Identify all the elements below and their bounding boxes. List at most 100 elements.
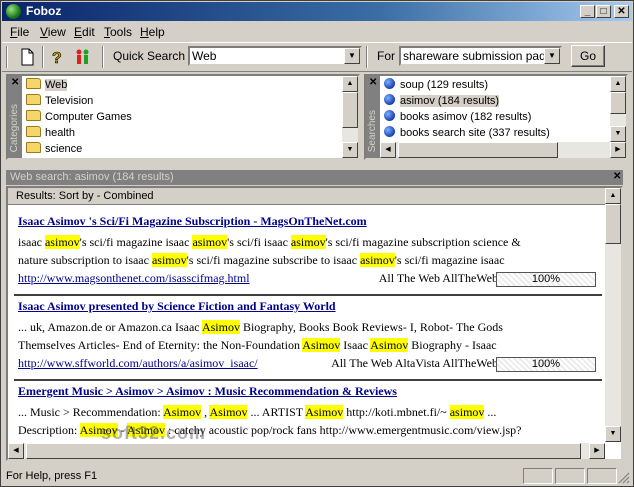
result-snippet-line: isaac asimov's sci/fi magazine isaac asi… <box>18 233 596 251</box>
result-engines: All The Web AltaVista AllTheWeb <box>331 356 498 370</box>
toolbar-grip <box>6 46 8 68</box>
menu-item[interactable]: Help <box>140 25 165 39</box>
result-snippet-line: nature subscription to isaac asimov's sc… <box>18 251 596 269</box>
globe-icon <box>384 126 395 137</box>
title-bar[interactable]: Foboz _ □ ✕ <box>2 2 632 21</box>
results-scrollbar[interactable]: ▲ ▼ <box>605 188 621 442</box>
menu-accelerator: V <box>40 25 48 39</box>
quick-search-combo[interactable]: Web ▼ <box>188 46 362 66</box>
result-title-link[interactable]: Emergent Music > Asimov > Asimov : Music… <box>18 384 596 399</box>
relevance-score-bar: 100% <box>496 357 596 372</box>
go-button[interactable]: Go <box>571 45 605 67</box>
results-panel: Results: Sort by - Combined Isaac Asimov… <box>6 186 623 461</box>
close-panel-icon[interactable]: ✕ <box>369 77 377 88</box>
results-sort-header[interactable]: Results: Sort by - Combined <box>8 188 605 205</box>
globe-app-icon <box>6 4 21 19</box>
search-term-highlight: asimov <box>192 235 228 249</box>
snippet-text: Biography - Isaac <box>408 338 497 352</box>
search-term-highlight: Asimov <box>370 338 409 352</box>
search-term-highlight: asimov <box>360 253 395 267</box>
maximize-button[interactable]: □ <box>596 5 611 18</box>
scroll-right-icon[interactable]: ▶ <box>589 443 605 459</box>
result-snippet-line: Themselves Articles- End of Eternity: th… <box>18 336 596 354</box>
menu-label: iew <box>47 25 66 39</box>
result-title-link[interactable]: Isaac Asimov 's Sci/Fi Magazine Subscrip… <box>18 214 596 229</box>
category-label: Web <box>45 79 68 91</box>
snippet-text: 's sci/fi isaac <box>227 235 291 249</box>
dropdown-arrow-icon[interactable]: ▼ <box>544 48 560 64</box>
scroll-thumb[interactable] <box>398 142 558 158</box>
close-panel-icon[interactable]: ✕ <box>11 77 19 88</box>
window-title: Foboz <box>26 4 62 18</box>
saved-search-item[interactable]: soup (129 results) <box>384 77 488 93</box>
close-button[interactable]: ✕ <box>614 5 629 18</box>
menu-item[interactable]: View <box>40 25 66 39</box>
category-label: health <box>45 127 75 139</box>
users-button[interactable] <box>72 46 94 68</box>
saved-search-item[interactable]: books search site (337 results) <box>384 125 550 141</box>
scroll-left-icon[interactable]: ◀ <box>380 142 396 158</box>
status-pane <box>555 468 585 484</box>
new-document-icon <box>21 48 34 66</box>
menu-bar: File View Edit Tools Help <box>2 22 632 41</box>
snippet-text: ... Music > Recommendation: <box>18 405 164 419</box>
scroll-down-icon[interactable]: ▼ <box>610 126 626 142</box>
minimize-button[interactable]: _ <box>580 5 595 18</box>
folder-icon <box>26 78 41 89</box>
result-divider <box>14 379 602 381</box>
result-title-link[interactable]: Isaac Asimov presented by Science Fictio… <box>18 299 596 314</box>
menu-item[interactable]: Tools <box>104 25 132 39</box>
category-item[interactable]: Television <box>26 93 93 109</box>
saved-search-item[interactable]: asimov (184 results) <box>384 93 500 109</box>
snippet-text: isaac <box>18 235 45 249</box>
scroll-up-icon[interactable]: ▲ <box>605 188 621 204</box>
scroll-up-icon[interactable]: ▲ <box>342 76 358 92</box>
results-hscrollbar[interactable]: ◀ ▶ <box>8 443 605 459</box>
category-item[interactable]: health <box>26 125 75 141</box>
categories-panel: ✕ Categories Web Television Computer Games… <box>6 74 360 160</box>
search-term-highlight: asimov <box>290 235 326 249</box>
searches-hscrollbar[interactable]: ◀ ▶ <box>380 142 626 158</box>
scroll-thumb[interactable] <box>342 92 358 128</box>
snippet-text: ... <box>484 405 497 419</box>
searches-tab: ✕ Searches <box>366 76 380 158</box>
scroll-down-icon[interactable]: ▼ <box>605 426 621 442</box>
category-item[interactable]: science <box>26 141 82 157</box>
status-pane <box>587 468 617 484</box>
scroll-right-icon[interactable]: ▶ <box>610 142 626 158</box>
search-term-highlight: Asimov <box>201 320 240 334</box>
snippet-text: Biography, Books Book Reviews- I, Robot-… <box>239 320 503 334</box>
snippet-text: Isaac <box>340 338 371 352</box>
question-mark-icon: ? <box>52 50 62 68</box>
close-results-icon[interactable]: ✕ <box>613 171 621 182</box>
help-button[interactable]: ? <box>46 46 68 68</box>
category-item[interactable]: Web <box>26 77 68 93</box>
globe-icon <box>384 94 395 105</box>
folder-icon <box>26 126 41 137</box>
search-term-highlight: asimov <box>449 405 485 419</box>
toolbar-separator <box>102 46 104 68</box>
search-terms-combo[interactable]: shareware submission pad ▼ <box>399 46 562 66</box>
scroll-up-icon[interactable]: ▲ <box>610 76 626 92</box>
categories-scrollbar[interactable]: ▲ ▼ <box>342 76 358 158</box>
status-text: For Help, press F1 <box>6 470 98 482</box>
menu-item[interactable]: File <box>10 25 29 39</box>
scroll-thumb[interactable] <box>610 92 626 114</box>
scroll-thumb[interactable] <box>26 443 581 459</box>
search-term-highlight: asimov <box>44 235 80 249</box>
searches-scrollbar[interactable]: ▲ ▼ <box>610 76 626 142</box>
search-result: Isaac Asimov 's Sci/Fi Magazine Subscrip… <box>18 214 596 287</box>
scroll-down-icon[interactable]: ▼ <box>342 142 358 158</box>
dropdown-arrow-icon[interactable]: ▼ <box>344 48 360 64</box>
scroll-thumb[interactable] <box>605 204 621 244</box>
category-item[interactable]: Computer Games <box>26 109 132 125</box>
search-term-highlight: Asimov <box>302 338 341 352</box>
new-document-button[interactable] <box>16 46 38 68</box>
saved-search-item[interactable]: books asimov (182 results) <box>384 109 531 125</box>
folder-icon <box>26 94 41 105</box>
menu-accelerator: H <box>140 25 149 39</box>
scroll-left-icon[interactable]: ◀ <box>8 443 24 459</box>
menu-item[interactable]: Edit <box>74 25 95 39</box>
menu-accelerator: E <box>74 25 83 39</box>
resize-grip-icon[interactable] <box>618 472 630 484</box>
